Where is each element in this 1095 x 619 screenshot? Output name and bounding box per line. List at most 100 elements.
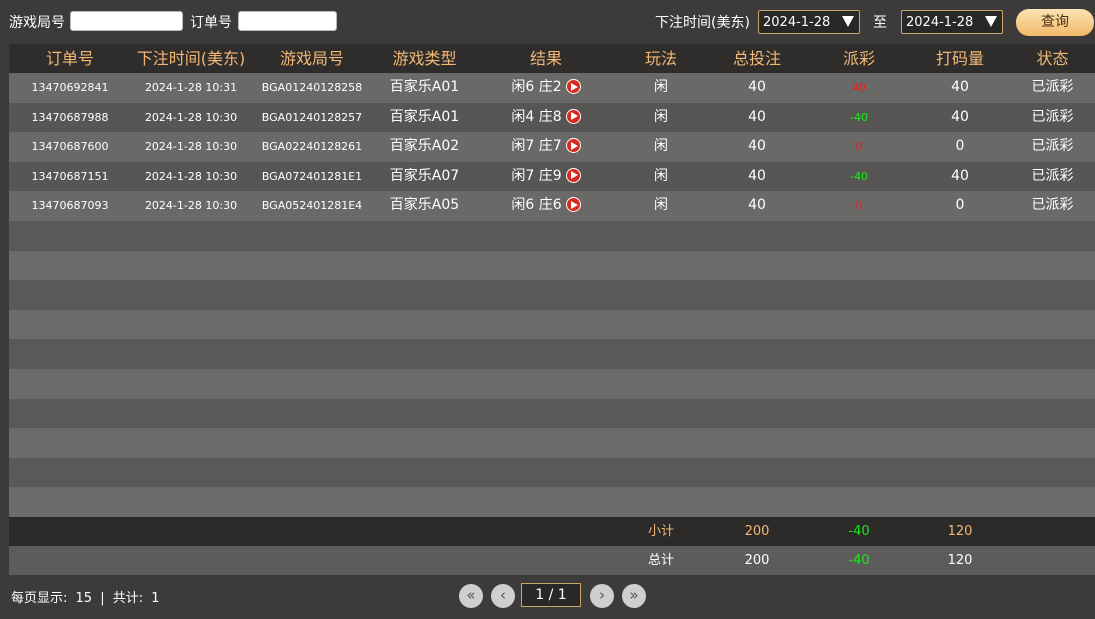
order-no-cell: 13470687988	[31, 110, 109, 124]
total-count-value: 1	[151, 591, 160, 606]
total-bet-cell: 40	[748, 138, 766, 155]
subtotal-row: 小计 200 -40 120	[9, 516, 1095, 546]
play-icon[interactable]	[565, 167, 581, 183]
header-play: 玩法	[644, 49, 677, 68]
play-icon[interactable]	[565, 108, 581, 124]
header-status: 状态	[1036, 49, 1069, 68]
payout-cell: 40	[852, 81, 866, 94]
total-bet: 200	[744, 552, 770, 568]
subtotal-turnover: 120	[947, 523, 973, 539]
game-type-cell: 百家乐A01	[389, 108, 460, 125]
turnover-cell: 40	[951, 108, 969, 125]
table-row: 13470687988 2024-1-28 10:30 BGA01240128257…	[9, 102, 1095, 133]
status-cell: 已派彩	[1031, 79, 1074, 95]
status-cell: 已派彩	[1031, 138, 1074, 155]
header-result: 结果	[529, 49, 562, 68]
last-page-icon[interactable]: »	[622, 584, 646, 608]
empty-row	[9, 487, 1095, 517]
game-no-cell: BGA072401281E1	[261, 169, 363, 183]
header-order-no: 订单号	[45, 49, 94, 68]
prev-page-icon[interactable]: ‹	[491, 584, 515, 608]
page-indicator[interactable]: 1 / 1	[521, 583, 581, 607]
bet-records-table: 订单号 下注时间(美东) 游戏局号 游戏类型 结果 玩法 总投注 派彩 打码量 …	[9, 44, 1095, 575]
order-no-cell: 13470687151	[31, 169, 109, 183]
empty-row	[9, 398, 1095, 429]
total-bet-cell: 40	[748, 167, 766, 184]
play-cell: 闲	[654, 167, 668, 184]
subtotal-payout: -40	[848, 523, 870, 539]
bet-time-cell: 2024-1-28 10:30	[144, 169, 238, 183]
subtotal-label: 小计	[647, 523, 674, 539]
play-cell: 闲	[654, 197, 668, 214]
game-type-cell: 百家乐A01	[389, 79, 460, 95]
result-cell: 闲6 庄6	[476, 191, 616, 221]
payout-cell: -40	[850, 110, 868, 124]
status-cell: 已派彩	[1031, 197, 1074, 214]
status-cell: 已派彩	[1031, 108, 1074, 125]
header-game-type: 游戏类型	[392, 49, 457, 68]
game-no-cell: BGA01240128258	[261, 81, 363, 94]
total-turnover: 120	[947, 552, 973, 568]
result-cell: 闲7 庄7	[476, 132, 616, 162]
empty-row	[9, 368, 1095, 399]
header-bet-time: 下注时间(美东)	[136, 49, 246, 68]
date-from-value: 2024-1-28	[763, 15, 831, 30]
table-row: 13470687600 2024-1-28 10:30 BGA02240128261…	[9, 132, 1095, 162]
game-no-input[interactable]	[70, 11, 183, 31]
turnover-cell: 40	[951, 79, 969, 95]
empty-row	[9, 250, 1095, 281]
play-cell: 闲	[654, 138, 668, 155]
page-info: 每页显示: 15 | 共计: 1	[11, 587, 164, 606]
date-to-select[interactable]: 2024-1-28	[901, 10, 1003, 34]
play-icon[interactable]	[565, 79, 581, 94]
next-page-icon[interactable]: ›	[590, 584, 614, 608]
table-body: 13470692841 2024-1-28 10:31 BGA01240128258…	[9, 73, 1095, 517]
empty-row	[9, 280, 1095, 310]
play-icon[interactable]	[565, 197, 581, 213]
bet-time-label: 下注时间(美东)	[655, 15, 750, 31]
empty-row	[9, 457, 1095, 488]
filter-bar: 游戏局号 订单号 下注时间(美东) 2024-1-28 至 2024-1-28 …	[0, 0, 1095, 44]
order-no-cell: 13470692841	[31, 81, 109, 94]
bet-time-cell: 2024-1-28 10:30	[144, 199, 238, 213]
empty-row	[9, 309, 1095, 340]
table-header: 订单号 下注时间(美东) 游戏局号 游戏类型 结果 玩法 总投注 派彩 打码量 …	[9, 44, 1095, 73]
table-row: 13470687093 2024-1-28 10:30 BGA052401281E4…	[9, 191, 1095, 221]
dropdown-arrow-icon	[985, 16, 997, 27]
total-label: 总计	[647, 552, 674, 568]
total-count-label: 共计:	[112, 591, 144, 606]
query-button[interactable]: 查询	[1016, 9, 1094, 36]
separator: |	[100, 591, 105, 606]
game-type-cell: 百家乐A05	[389, 197, 460, 214]
play-icon[interactable]	[565, 138, 581, 154]
play-cell: 闲	[654, 79, 668, 95]
result-text: 闲6 庄6	[511, 197, 562, 214]
total-row: 总计 200 -40 120	[9, 545, 1095, 575]
table-row: 13470692841 2024-1-28 10:31 BGA01240128258…	[9, 73, 1095, 103]
bet-time-cell: 2024-1-28 10:31	[144, 81, 238, 94]
play-cell: 闲	[654, 108, 668, 125]
order-no-cell: 13470687093	[31, 199, 109, 213]
order-no-cell: 13470687600	[31, 140, 109, 154]
result-text: 闲7 庄9	[511, 167, 562, 184]
turnover-cell: 0	[955, 138, 965, 155]
result-cell: 闲4 庄8	[476, 103, 616, 133]
status-cell: 已派彩	[1031, 167, 1074, 184]
order-no-input[interactable]	[238, 11, 337, 31]
turnover-cell: 0	[955, 197, 965, 214]
header-turnover: 打码量	[935, 49, 984, 68]
game-no-label: 游戏局号	[9, 15, 65, 31]
turnover-cell: 40	[951, 167, 969, 184]
total-bet-cell: 40	[748, 79, 766, 95]
result-text: 闲4 庄8	[511, 108, 562, 125]
result-text: 闲6 庄2	[511, 79, 562, 95]
payout-cell: -40	[850, 169, 868, 183]
game-type-cell: 百家乐A02	[389, 138, 460, 155]
empty-row	[9, 339, 1095, 369]
bet-time-cell: 2024-1-28 10:30	[144, 110, 238, 124]
date-from-select[interactable]: 2024-1-28	[758, 10, 860, 34]
first-page-icon[interactable]: «	[459, 584, 483, 608]
bet-time-cell: 2024-1-28 10:30	[144, 140, 238, 154]
per-page-value: 15	[75, 591, 93, 606]
game-type-cell: 百家乐A07	[389, 167, 460, 184]
